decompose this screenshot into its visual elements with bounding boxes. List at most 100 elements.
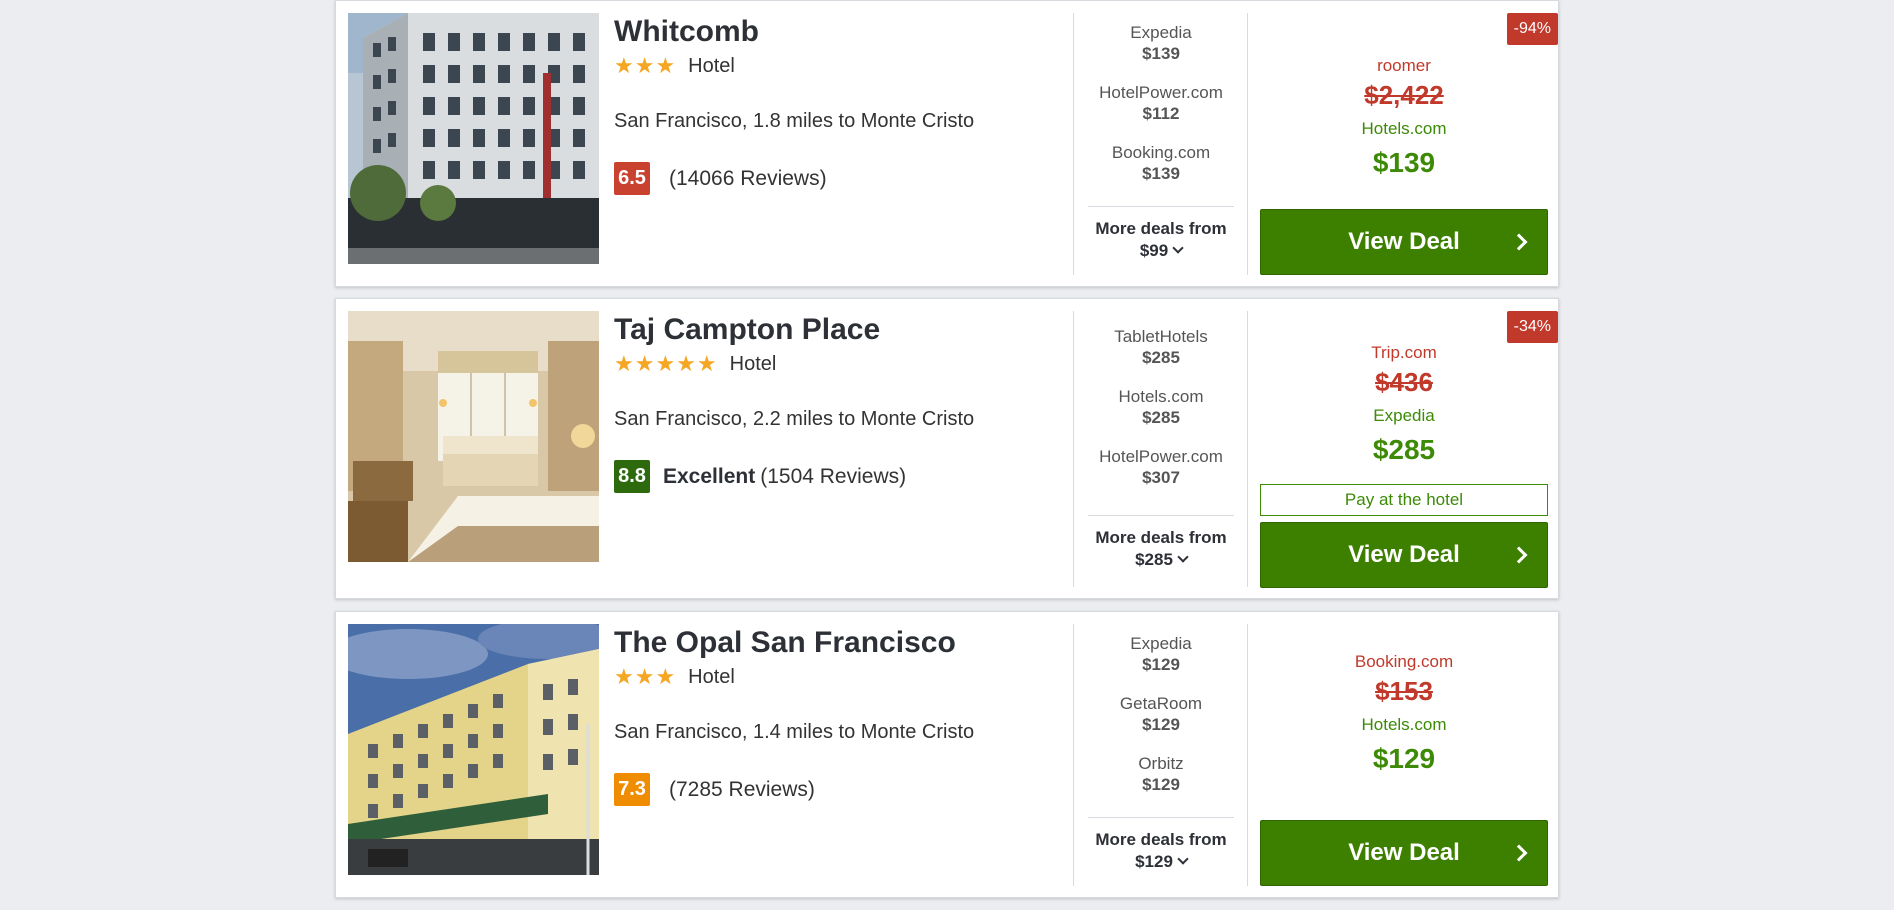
star-rating-icon: ★★★: [614, 53, 677, 78]
best-price: $285: [1372, 434, 1436, 465]
pay-at-hotel-label: Pay at the hotel: [1260, 484, 1548, 516]
divider: [1073, 311, 1074, 587]
chevron-down-icon: [1172, 242, 1184, 254]
hotel-card: Whitcomb ★★★ Hotel San Francisco, 1.8 mi…: [335, 0, 1559, 287]
hotel-type: Hotel: [688, 54, 735, 77]
more-deals-button[interactable]: More deals from $99: [1088, 206, 1234, 262]
divider: [1073, 13, 1074, 275]
more-deals-price: $99: [1139, 241, 1169, 260]
deal-provider: Orbitz: [1138, 754, 1184, 773]
chevron-right-icon: [1510, 844, 1528, 862]
deals-list: Expedia $139 HotelPower.com $112 Booking…: [1088, 13, 1234, 260]
hotel-photo[interactable]: [348, 13, 599, 264]
best-price-provider: Hotels.com: [1361, 715, 1447, 734]
deals-list: TabletHotels $285 Hotels.com $285 HotelP…: [1088, 317, 1234, 569]
deal-item[interactable]: HotelPower.com $112: [1088, 73, 1234, 133]
deal-price: $285: [1142, 408, 1180, 427]
hotel-photo[interactable]: [348, 624, 599, 875]
rating-row[interactable]: 6.5 (14066 Reviews): [614, 162, 1074, 195]
hotel-type: Hotel: [729, 352, 777, 375]
deal-item[interactable]: Expedia $139: [1088, 13, 1234, 73]
divider: [1247, 13, 1248, 275]
old-price-provider: roomer: [1377, 56, 1431, 75]
deal-price: $307: [1142, 468, 1180, 487]
deal-item[interactable]: Expedia $129: [1088, 624, 1234, 684]
deal-provider: HotelPower.com: [1099, 447, 1223, 466]
deal-price: $112: [1142, 104, 1180, 123]
hotel-card: The Opal San Francisco ★★★ Hotel San Fra…: [335, 611, 1559, 898]
deal-item[interactable]: Orbitz $129: [1088, 744, 1234, 804]
deal-price: $129: [1142, 715, 1180, 734]
deal-price: $139: [1142, 44, 1180, 63]
divider: [1073, 624, 1074, 886]
rating-row[interactable]: 8.8 Excellent (1504 Reviews): [614, 460, 1074, 493]
deal-price: $129: [1142, 655, 1180, 674]
score-badge: 8.8: [614, 460, 650, 493]
hotel-location: San Francisco, 1.4 miles to Monte Cristo: [614, 721, 975, 743]
hotel-info: Whitcomb ★★★ Hotel San Francisco, 1.8 mi…: [614, 13, 1074, 195]
old-price: $436: [1375, 367, 1433, 397]
deal-provider: Expedia: [1130, 634, 1192, 653]
more-deals-price: $129: [1135, 852, 1173, 871]
chevron-right-icon: [1510, 233, 1528, 251]
star-rating-icon: ★★★★★: [614, 351, 718, 376]
divider: [1247, 624, 1248, 886]
price-panel: roomer $2,422 Hotels.com $139: [1260, 55, 1548, 181]
deal-provider: Hotels.com: [1118, 387, 1204, 406]
old-price-provider: Trip.com: [1371, 343, 1437, 362]
view-deal-label: View Deal: [1348, 839, 1460, 866]
deal-provider: Expedia: [1130, 23, 1192, 42]
score-badge: 6.5: [614, 162, 650, 195]
hotel-name[interactable]: Taj Campton Place: [614, 311, 1074, 349]
view-deal-button[interactable]: View Deal: [1260, 209, 1548, 275]
old-price-provider: Booking.com: [1354, 652, 1454, 671]
deal-price: $285: [1142, 348, 1180, 367]
rating-label: Excellent: [663, 464, 756, 488]
hotel-location: San Francisco, 1.8 miles to Monte Cristo: [614, 110, 975, 132]
view-deal-label: View Deal: [1348, 228, 1460, 255]
chevron-right-icon: [1510, 546, 1528, 564]
deal-price: $129: [1142, 775, 1180, 794]
price-panel: Booking.com $153 Hotels.com $129: [1260, 651, 1548, 777]
more-deals-label: More deals from: [1095, 830, 1227, 849]
more-deals-label: More deals from: [1095, 219, 1227, 238]
deals-list: Expedia $129 GetaRoom $129 Orbitz $129 M…: [1088, 624, 1234, 871]
price-panel: Trip.com $436 Expedia $285: [1260, 342, 1548, 468]
rating-row[interactable]: 7.3 (7285 Reviews): [614, 773, 1074, 806]
divider: [1247, 311, 1248, 587]
hotel-info: Taj Campton Place ★★★★★ Hotel San Franci…: [614, 311, 1074, 493]
review-count: (14066 Reviews): [669, 166, 827, 190]
old-price: $153: [1375, 676, 1433, 706]
hotel-photo[interactable]: [348, 311, 599, 562]
deal-item[interactable]: HotelPower.com $307: [1088, 437, 1234, 497]
deal-provider: Booking.com: [1111, 143, 1211, 162]
hotel-name[interactable]: Whitcomb: [614, 13, 1074, 51]
deal-provider: GetaRoom: [1119, 694, 1203, 713]
discount-badge: -94%: [1506, 13, 1558, 45]
star-rating-icon: ★★★: [614, 664, 677, 689]
chevron-down-icon: [1177, 551, 1189, 563]
review-count: (1504 Reviews): [760, 464, 907, 488]
view-deal-button[interactable]: View Deal: [1260, 522, 1548, 588]
deal-price: $139: [1142, 164, 1180, 183]
old-price: $2,422: [1364, 80, 1444, 110]
more-deals-button[interactable]: More deals from $129: [1088, 817, 1234, 873]
discount-badge: -34%: [1506, 311, 1558, 343]
chevron-down-icon: [1177, 853, 1189, 865]
score-badge: 7.3: [614, 773, 650, 806]
deal-provider: TabletHotels: [1114, 327, 1208, 346]
review-count: (7285 Reviews): [669, 777, 815, 801]
more-deals-label: More deals from: [1095, 528, 1227, 547]
deal-item[interactable]: TabletHotels $285: [1088, 317, 1234, 377]
deal-item[interactable]: Booking.com $139: [1088, 133, 1234, 193]
deal-item[interactable]: Hotels.com $285: [1088, 377, 1234, 437]
best-price-provider: Hotels.com: [1361, 119, 1447, 138]
view-deal-label: View Deal: [1348, 541, 1460, 568]
deal-item[interactable]: GetaRoom $129: [1088, 684, 1234, 744]
hotel-card: Taj Campton Place ★★★★★ Hotel San Franci…: [335, 298, 1559, 599]
hotel-name[interactable]: The Opal San Francisco: [614, 624, 1074, 662]
best-price: $139: [1372, 147, 1436, 178]
more-deals-price: $285: [1135, 550, 1173, 569]
view-deal-button[interactable]: View Deal: [1260, 820, 1548, 886]
more-deals-button[interactable]: More deals from $285: [1088, 515, 1234, 571]
